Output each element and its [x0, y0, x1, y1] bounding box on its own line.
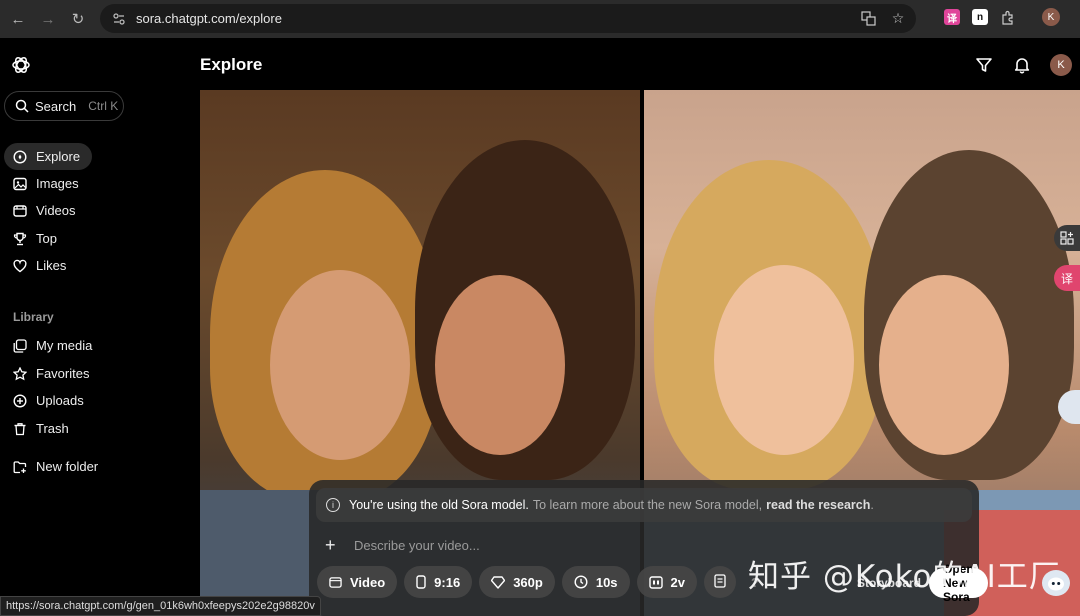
video-icon [13, 204, 27, 218]
sidebar-item-label: Uploads [36, 393, 84, 408]
user-avatar[interactable]: K [1050, 54, 1072, 76]
trash-icon [13, 422, 27, 436]
sidebar-item-label: Trash [36, 421, 69, 436]
image-icon [13, 177, 27, 191]
star-icon [13, 366, 27, 381]
bookmark-star-icon[interactable]: ☆ [890, 10, 906, 26]
add-attachment-icon[interactable]: + [325, 535, 339, 556]
browser-toolbar: ← → ↻ sora.chatgpt.com/explore ☆ 译 n K [0, 0, 1080, 38]
sidebar-item-label: Likes [36, 258, 67, 273]
notice-end: . [870, 498, 874, 512]
new-folder-icon [13, 460, 27, 474]
translate-widget-icon[interactable]: 译 [1054, 265, 1080, 291]
sidebar-item-favorites[interactable]: Favorites [4, 360, 101, 387]
duration-label: 10s [595, 574, 618, 590]
aspect-ratio-selector[interactable]: 9:16 [404, 566, 473, 598]
type-selector[interactable]: Video [317, 566, 398, 598]
library-section-label: Library [13, 310, 54, 324]
sidebar-item-label: My media [36, 338, 93, 353]
variations-selector[interactable]: 2v [636, 566, 698, 598]
sidebar: Search Ctrl K Explore Images Videos Top … [0, 38, 196, 616]
read-research-link[interactable]: read the research [766, 498, 870, 512]
extension-n-icon[interactable]: n [972, 9, 988, 25]
type-label: Video [350, 574, 386, 590]
url-text[interactable]: sora.chatgpt.com/explore [136, 11, 282, 26]
clock-icon [574, 575, 588, 589]
sidebar-item-images[interactable]: Images [4, 170, 91, 197]
diamond-icon [491, 575, 506, 589]
resolution-selector[interactable]: 360p [479, 566, 555, 598]
translate-icon[interactable] [860, 10, 876, 26]
extensions-puzzle-icon[interactable] [1000, 9, 1016, 25]
phone-portrait-icon [416, 575, 426, 589]
presets-button[interactable] [704, 566, 737, 598]
status-bar-url: https://sora.chatgpt.com/g/gen_01k6wh0xf… [0, 596, 321, 616]
grid-widget-icon[interactable] [1054, 225, 1080, 251]
page-title: Explore [200, 55, 263, 74]
sidebar-item-label: Explore [36, 149, 81, 164]
new-folder-button[interactable]: New folder [4, 453, 110, 480]
trophy-icon [13, 232, 27, 246]
notice-strong-text: You're using the old Sora model. [349, 498, 529, 512]
media-icon [13, 338, 27, 353]
openai-logo-icon[interactable] [11, 55, 31, 75]
notice-muted-text: To learn more about the new Sora model, [532, 498, 763, 512]
sidebar-item-label: Top [36, 231, 57, 246]
duration-selector[interactable]: 10s [561, 566, 630, 598]
sidebar-item-label: Videos [36, 203, 76, 218]
upload-icon [13, 393, 27, 408]
filter-icon[interactable] [974, 55, 994, 75]
browser-profile-avatar[interactable]: K [1042, 8, 1060, 26]
sidebar-item-uploads[interactable]: Uploads [4, 387, 96, 414]
variations-icon [648, 575, 663, 589]
search-label: Search [35, 98, 77, 114]
bell-icon[interactable] [1012, 55, 1032, 75]
search-icon [15, 99, 29, 113]
sidebar-item-explore[interactable]: Explore [4, 143, 93, 170]
watermark-text: 知乎 @Koko的AI工厂 [748, 559, 1061, 595]
header-actions: K [974, 54, 1072, 76]
compass-icon [13, 149, 27, 164]
extension-pink-icon[interactable]: 译 [944, 9, 960, 25]
mascot-icon [1042, 570, 1070, 596]
aspect-label: 9:16 [434, 574, 461, 590]
old-model-notice: i You're using the old Sora model. To le… [316, 488, 972, 522]
site-info-icon[interactable] [112, 12, 126, 26]
search-shortcut: Ctrl K [88, 99, 119, 113]
sidebar-item-trash[interactable]: Trash [4, 415, 81, 442]
address-bar[interactable]: sora.chatgpt.com/explore ☆ [100, 4, 916, 33]
back-icon[interactable]: ← [6, 7, 30, 31]
search-button[interactable]: Search Ctrl K [4, 91, 124, 121]
new-folder-label: New folder [36, 459, 99, 474]
forward-icon[interactable]: → [36, 7, 60, 31]
sidebar-item-videos[interactable]: Videos [4, 197, 88, 224]
variations-label: 2v [670, 574, 686, 590]
resolution-label: 360p [513, 574, 543, 590]
sidebar-item-my-media[interactable]: My media [4, 332, 104, 359]
info-icon: i [326, 498, 340, 512]
sidebar-item-top[interactable]: Top [4, 225, 69, 252]
heart-icon [13, 259, 27, 273]
video-icon [329, 576, 342, 589]
presets-icon [714, 573, 726, 591]
sidebar-item-label: Favorites [36, 366, 90, 381]
reload-icon[interactable]: ↻ [66, 7, 90, 31]
sidebar-item-label: Images [36, 176, 79, 191]
sidebar-item-likes[interactable]: Likes [4, 252, 78, 279]
